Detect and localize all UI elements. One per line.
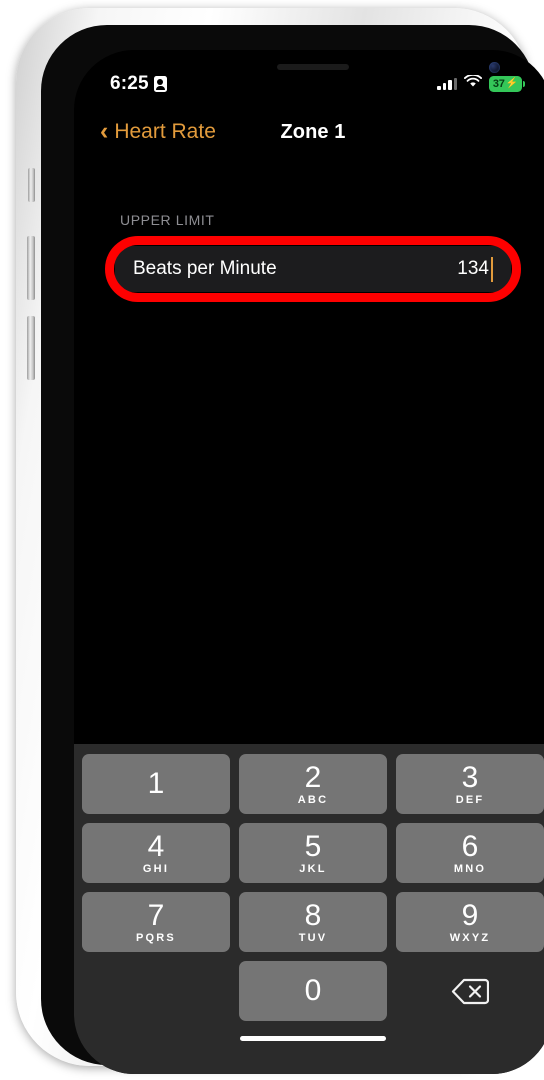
keypad-row: 7 PQRS 8 TUV 9 WXYZ	[82, 892, 544, 952]
charging-bolt-icon: ⚡	[505, 78, 519, 89]
key-letters: MNO	[453, 862, 487, 875]
keypad-row: 1 2 ABC 3 DEF	[82, 754, 544, 814]
key-2[interactable]: 2 ABC	[239, 754, 387, 814]
key-digit: 6	[461, 829, 479, 863]
page-title: Zone 1	[280, 120, 346, 143]
battery-level-text: 37	[492, 78, 505, 90]
earpiece-speaker-icon	[277, 64, 349, 70]
key-6[interactable]: 6 MNO	[396, 823, 544, 883]
key-letters: DEF	[455, 793, 485, 806]
key-letters: TUV	[298, 931, 328, 944]
key-digit: 7	[147, 898, 165, 932]
key-4[interactable]: 4 GHI	[82, 823, 230, 883]
device-frame: 6:25 37 ⚡ ‹ Heart Rate Zone 1 UPPER LIMI…	[16, 8, 544, 1074]
keypad-row: 0	[82, 961, 544, 1021]
key-letters: JKL	[299, 862, 327, 875]
battery-icon: 37 ⚡	[489, 76, 525, 92]
key-digit: 5	[304, 829, 322, 863]
key-9[interactable]: 9 WXYZ	[396, 892, 544, 952]
device-bezel: 6:25 37 ⚡ ‹ Heart Rate Zone 1 UPPER LIMI…	[41, 25, 544, 1074]
mute-switch[interactable]	[28, 168, 35, 202]
bpm-field-row[interactable]: Beats per Minute 134	[115, 246, 511, 292]
key-digit: 1	[147, 766, 165, 800]
key-digit: 4	[147, 829, 165, 863]
status-bar-right: 37 ⚡	[437, 73, 525, 93]
key-8[interactable]: 8 TUV	[239, 892, 387, 952]
navigation-bar: ‹ Heart Rate Zone 1	[74, 108, 544, 156]
section-header: UPPER LIMIT	[120, 212, 215, 228]
cellular-signal-icon	[437, 78, 457, 90]
keypad-spacer	[82, 961, 230, 1021]
status-bar-time: 6:25	[110, 73, 149, 94]
key-0[interactable]: 0	[239, 961, 387, 1021]
key-1[interactable]: 1	[82, 754, 230, 814]
volume-up-button[interactable]	[27, 236, 35, 300]
key-digit: 9	[461, 898, 479, 932]
back-button[interactable]: ‹ Heart Rate	[100, 116, 216, 145]
key-digit: 2	[304, 760, 322, 794]
id-card-icon	[153, 76, 167, 92]
key-letters: ABC	[297, 793, 329, 806]
key-3[interactable]: 3 DEF	[396, 754, 544, 814]
front-camera-icon	[489, 62, 500, 73]
home-indicator	[240, 1036, 386, 1041]
chevron-left-icon: ‹	[100, 116, 109, 145]
key-5[interactable]: 5 JKL	[239, 823, 387, 883]
key-7[interactable]: 7 PQRS	[82, 892, 230, 952]
status-bar-left: 6:25	[110, 73, 167, 95]
wifi-icon	[464, 73, 482, 93]
key-letters: WXYZ	[449, 931, 491, 944]
back-button-label: Heart Rate	[114, 120, 216, 143]
key-letters: GHI	[142, 862, 170, 875]
phone-screen: 6:25 37 ⚡ ‹ Heart Rate Zone 1 UPPER LIMI…	[74, 50, 544, 1074]
text-cursor	[491, 256, 493, 282]
key-digit: 8	[304, 898, 322, 932]
key-digit: 3	[461, 760, 479, 794]
bpm-value-wrap[interactable]: 134	[457, 256, 493, 282]
delete-backspace-key[interactable]	[396, 961, 544, 1021]
bpm-field-value[interactable]: 134	[457, 258, 489, 280]
volume-down-button[interactable]	[27, 316, 35, 380]
keypad-row: 4 GHI 5 JKL 6 MNO	[82, 823, 544, 883]
key-letters: PQRS	[136, 931, 176, 944]
delete-backspace-icon	[451, 978, 489, 1004]
bpm-field-label: Beats per Minute	[133, 258, 277, 279]
key-digit: 0	[304, 974, 322, 1007]
numeric-keypad: 1 2 ABC 3 DEF 4 GHI 5 JKL 6 MNO 7 PQRS 8…	[74, 744, 544, 1074]
